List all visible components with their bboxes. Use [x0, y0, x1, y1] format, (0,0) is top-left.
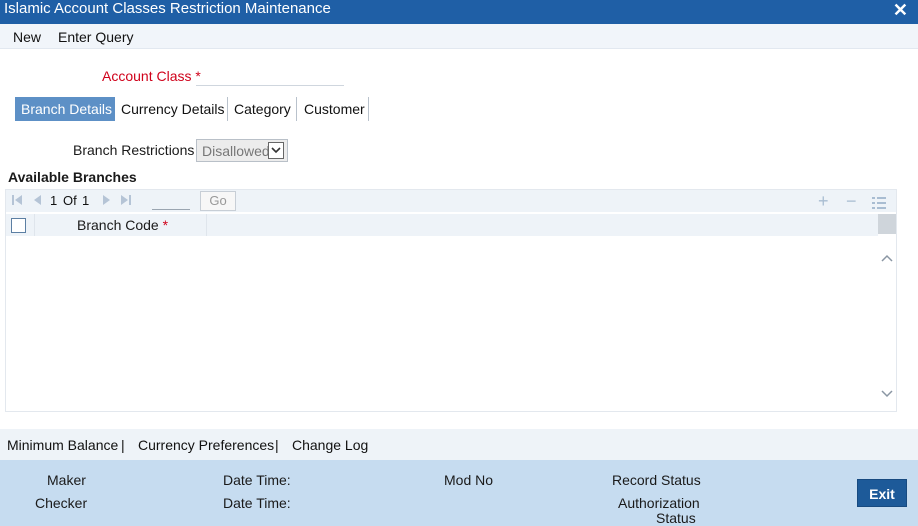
- exit-button[interactable]: Exit: [857, 479, 907, 507]
- chevron-down-icon[interactable]: [268, 142, 284, 159]
- mod-no-label: Mod No: [444, 472, 494, 488]
- link-separator: |: [275, 437, 279, 453]
- available-branches-title: Available Branches: [8, 169, 137, 185]
- branch-restrictions-label: Branch Restrictions: [73, 142, 195, 158]
- window-title: Islamic Account Classes Restriction Main…: [4, 0, 331, 17]
- title-bar: Islamic Account Classes Restriction Main…: [0, 0, 918, 24]
- enter-query-menu-item[interactable]: Enter Query: [58, 29, 133, 45]
- scroll-down-icon[interactable]: [881, 385, 893, 401]
- minimum-balance-link[interactable]: Minimum Balance: [7, 437, 118, 453]
- row-details-icon[interactable]: [872, 194, 886, 214]
- last-page-icon[interactable]: [120, 194, 132, 209]
- account-class-label: Account Class *: [102, 68, 201, 84]
- branches-grid: 1 Of 1 Go + − Branch Code *: [5, 189, 897, 412]
- page-number-input[interactable]: [152, 192, 190, 210]
- tab-category[interactable]: Category: [228, 97, 297, 121]
- maker-date-time-label: Date Time:: [223, 472, 291, 488]
- link-separator: |: [121, 437, 125, 453]
- add-row-icon[interactable]: +: [818, 191, 829, 211]
- account-class-input[interactable]: [196, 64, 344, 86]
- current-page: 1: [50, 193, 58, 208]
- record-status-label: Record Status: [612, 472, 701, 488]
- table-header: Branch Code *: [6, 214, 878, 236]
- select-all-checkbox[interactable]: [11, 218, 26, 233]
- checker-label: Checker: [35, 495, 88, 511]
- close-icon[interactable]: ✕: [893, 1, 908, 19]
- branch-code-column-header[interactable]: Branch Code *: [77, 217, 168, 233]
- currency-preferences-link[interactable]: Currency Preferences: [138, 437, 274, 453]
- column-divider: [34, 214, 35, 236]
- branch-restrictions-value: Disallowed: [202, 143, 270, 159]
- column-divider: [206, 214, 207, 236]
- delete-row-icon[interactable]: −: [846, 191, 857, 211]
- prev-page-icon[interactable]: [31, 194, 43, 209]
- tab-branch-details[interactable]: Branch Details: [15, 97, 115, 121]
- tab-currency-details[interactable]: Currency Details: [115, 97, 228, 121]
- pager: 1 Of 1 Go + −: [6, 190, 896, 212]
- scroll-up-icon[interactable]: [881, 249, 893, 265]
- first-page-icon[interactable]: [11, 194, 23, 209]
- required-mark: *: [162, 217, 169, 233]
- checker-date-time-label: Date Time:: [223, 495, 291, 511]
- menu-bar: New Enter Query: [0, 24, 918, 49]
- total-pages: 1: [82, 193, 90, 208]
- authorization-status-label: Authorization: [618, 495, 700, 511]
- go-button[interactable]: Go: [200, 191, 236, 211]
- authorization-status-label-line2: Status: [656, 510, 696, 526]
- new-menu-item[interactable]: New: [13, 29, 41, 45]
- bottom-links-bar: Minimum Balance | Currency Preferences |…: [0, 429, 918, 460]
- vertical-scrollbar[interactable]: [878, 214, 896, 411]
- change-log-link[interactable]: Change Log: [292, 437, 368, 453]
- maker-label: Maker: [47, 472, 86, 488]
- scrollbar-thumb[interactable]: [878, 214, 896, 234]
- tab-customer[interactable]: Customer: [298, 97, 369, 121]
- of-label: Of: [63, 193, 77, 208]
- next-page-icon[interactable]: [101, 194, 113, 209]
- branch-restrictions-select[interactable]: Disallowed: [196, 139, 288, 162]
- audit-footer: Maker Checker Date Time: Date Time: Mod …: [0, 460, 918, 526]
